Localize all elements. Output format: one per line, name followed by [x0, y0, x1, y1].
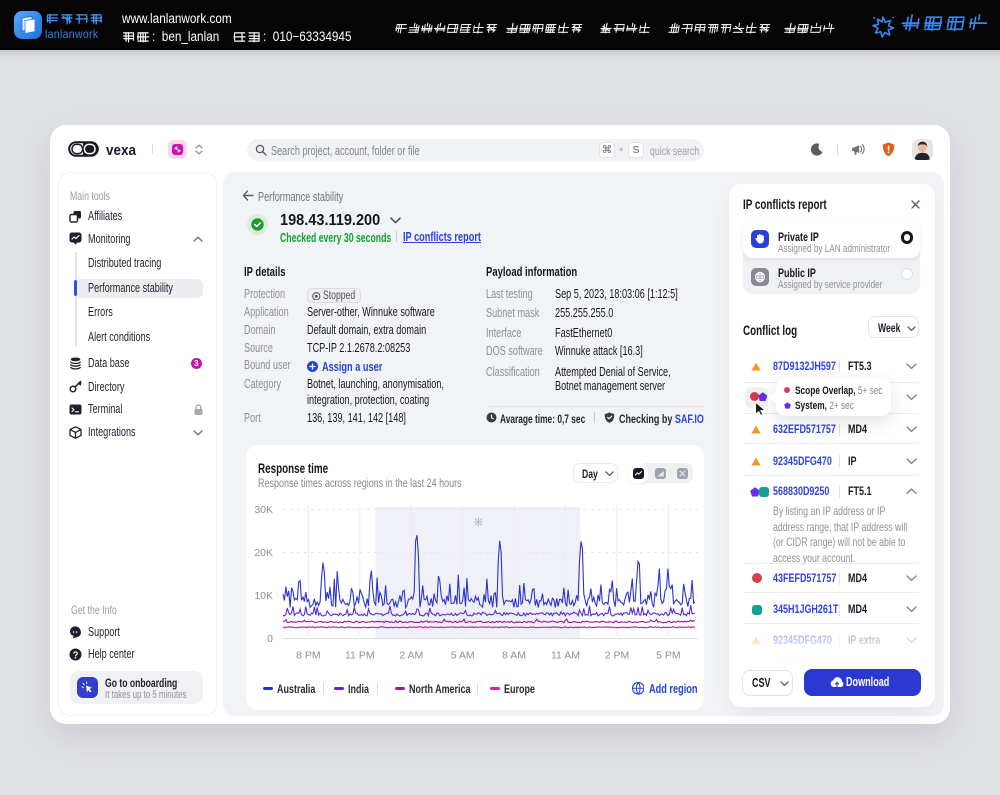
- svg-text:0: 0: [267, 633, 273, 645]
- svg-text:20K: 20K: [254, 547, 273, 559]
- svg-text:5 PM: 5 PM: [656, 650, 681, 662]
- svg-text:10K: 10K: [254, 590, 273, 602]
- svg-text:2 PM: 2 PM: [605, 650, 630, 662]
- svg-text:8 AM: 8 AM: [502, 650, 526, 662]
- svg-text:8 PM: 8 PM: [296, 650, 321, 662]
- svg-text:30K: 30K: [254, 504, 273, 516]
- svg-text:5 AM: 5 AM: [451, 650, 475, 662]
- svg-text:2 AM: 2 AM: [399, 650, 423, 662]
- svg-text:11 AM: 11 AM: [551, 650, 580, 662]
- svg-text:11 PM: 11 PM: [345, 650, 375, 662]
